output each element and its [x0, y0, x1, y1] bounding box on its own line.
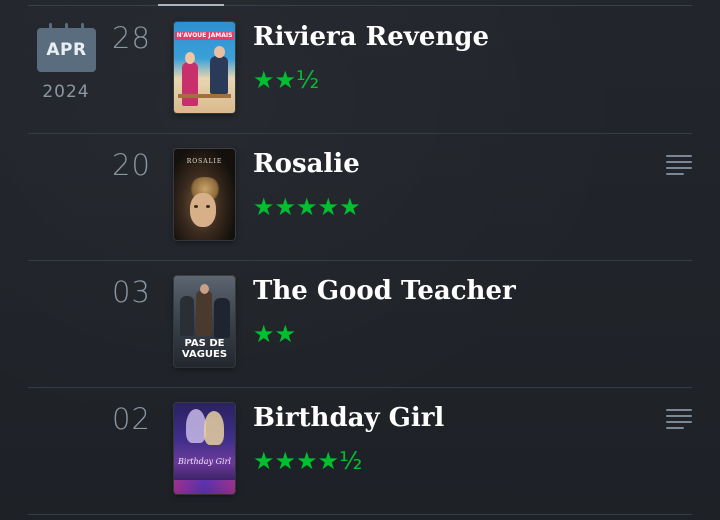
diary-page: APR 2024 28 N'AVOUE JAMAIS Riviera Reven…	[0, 0, 720, 520]
entry-day[interactable]: 28	[112, 21, 151, 55]
diary-entry: APR 2024 28 N'AVOUE JAMAIS Riviera Reven…	[28, 6, 692, 134]
film-poster[interactable]: PAS DE VAGUES	[174, 276, 235, 367]
star-rating: ★★★★½	[253, 447, 363, 475]
film-poster[interactable]: N'AVOUE JAMAIS	[174, 22, 235, 113]
film-title[interactable]: Riviera Revenge	[253, 22, 489, 52]
film-title[interactable]: Birthday Girl	[253, 403, 444, 433]
star-rating: ★★½	[253, 66, 320, 94]
calendar-month: APR	[46, 40, 87, 60]
film-title[interactable]: The Good Teacher	[253, 276, 516, 306]
poster-title-text: ROSALIE	[186, 158, 223, 165]
film-title[interactable]: Rosalie	[253, 149, 360, 179]
poster-title-text: N'AVOUE JAMAIS	[175, 32, 234, 40]
calendar-year: 2024	[42, 82, 90, 102]
diary-entry: 02 Birthday Girl Birthday Girl ★★★★½	[28, 387, 692, 515]
calendar-icon: APR	[37, 23, 96, 72]
entry-day[interactable]: 02	[112, 402, 151, 436]
film-poster[interactable]: Birthday Girl	[174, 403, 235, 494]
entry-day[interactable]: 03	[112, 275, 151, 309]
review-icon[interactable]	[666, 409, 692, 431]
review-icon[interactable]	[666, 155, 692, 177]
poster-title-text: Birthday Girl	[178, 457, 231, 466]
film-poster[interactable]: ROSALIE	[174, 149, 235, 240]
diary-entry: 03 PAS DE VAGUES The Good Teacher ★★	[28, 260, 692, 388]
entry-day[interactable]: 20	[112, 148, 151, 182]
star-rating: ★★★★★	[253, 193, 361, 221]
poster-title-text: PAS DE VAGUES	[181, 338, 228, 360]
diary-entry: 20 ROSALIE Rosalie ★★★★★	[28, 133, 692, 261]
star-rating: ★★	[253, 320, 297, 348]
